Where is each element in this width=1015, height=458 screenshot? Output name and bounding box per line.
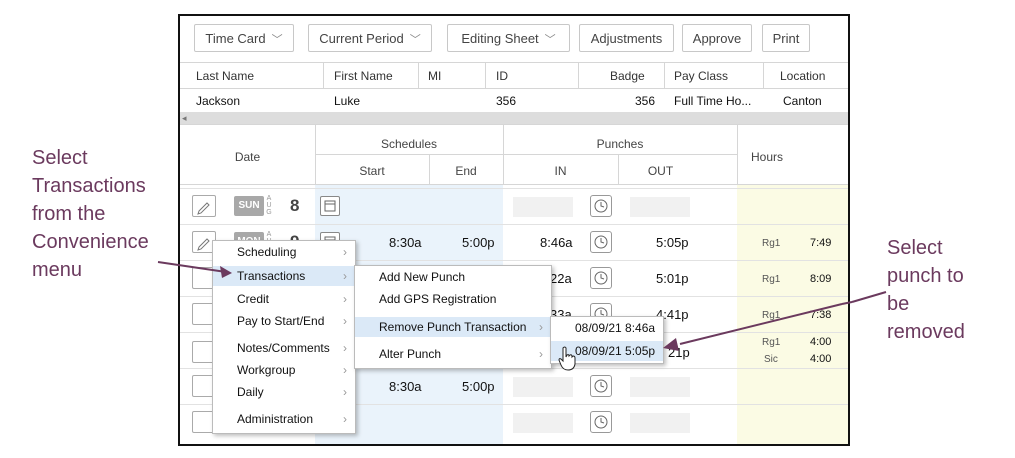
annotation-arrows	[157, 261, 887, 351]
